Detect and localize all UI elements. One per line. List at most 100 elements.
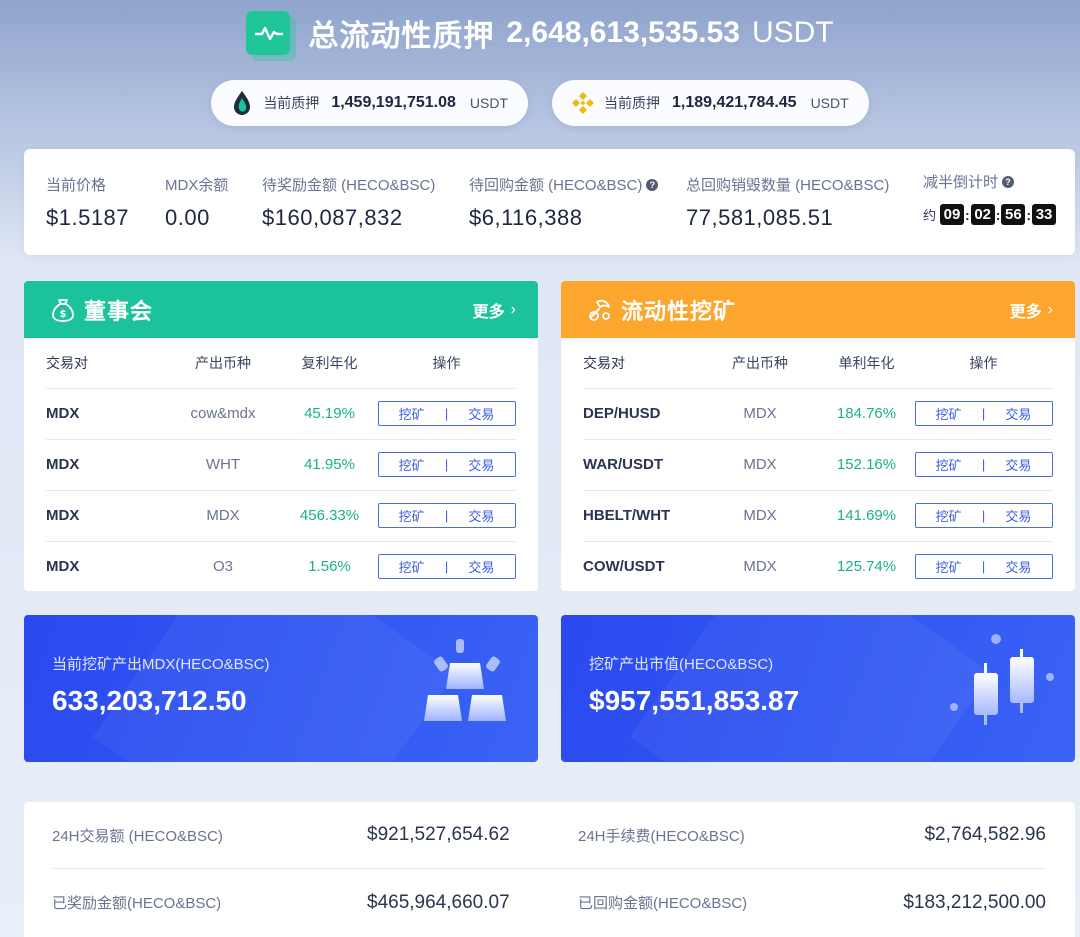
gold-bars-icon (424, 639, 506, 721)
mine-button[interactable]: 挖矿 (379, 506, 445, 525)
coin-cell: O3 (212, 558, 233, 576)
countdown-separator: : (965, 206, 970, 223)
trade-button[interactable]: 交易 (985, 455, 1051, 474)
chain-staked-pills: 当前质押 1,459,191,751.08 USDT 当前质押 1,189,42… (0, 80, 1080, 126)
heco-drop-icon (229, 90, 255, 116)
mine-button[interactable]: 挖矿 (379, 557, 445, 576)
apr-cell: 456.33% (282, 490, 377, 542)
heco-staked-pill: 当前质押 1,459,191,751.08 USDT (211, 80, 528, 126)
bsc-staked-label: 当前质押 (604, 95, 660, 111)
stat-halving: 减半倒计时? 约 09 : 02 : 56 : 33 (923, 171, 1057, 225)
table-row: MDX O3 1.56% 挖矿 | 交易 (46, 541, 516, 591)
stat-balance-label: MDX余额 (165, 177, 229, 194)
coin-cell: MDX (743, 558, 777, 576)
col-coin: 产出币种 (701, 338, 819, 389)
stat-pending-reward-label: 待奖励金额 (HECO&BSC) (262, 177, 436, 194)
stat-pending-buyback: 待回购金额 (HECO&BSC)? $6,116,388 (469, 174, 659, 231)
countdown-separator: : (995, 206, 1001, 223)
mine-button[interactable]: 挖矿 (916, 557, 982, 576)
trade-button[interactable]: 交易 (985, 506, 1051, 525)
trade-button[interactable]: 交易 (985, 557, 1051, 576)
coin-cell: MDX (701, 388, 819, 440)
market-value-label: 挖矿产出市值(HECO&BSC) (589, 656, 774, 673)
stat-pending-buyback-value: $6,116,388 (469, 205, 583, 230)
ops-button-group: 挖矿 | 交易 (377, 554, 516, 580)
ops-button-group: 挖矿 | 交易 (377, 452, 516, 477)
trade-button[interactable]: 交易 (985, 404, 1051, 423)
chevron-right-icon: › (510, 300, 516, 318)
pair-cell: DEP/HUSD (583, 388, 701, 440)
pair-cell: MDX (46, 388, 164, 440)
liquidity-panel-header: 流动性挖矿 更多 › (561, 281, 1075, 338)
heco-staked-label: 当前质押 (263, 95, 320, 111)
liquidity-panel: 流动性挖矿 更多 › 交易对 产出币种 单利年化 操作 DEP/HUSD MDX … (561, 281, 1075, 591)
table-row: DEP/HUSD MDX 184.76% 挖矿 | 交易 (583, 388, 1053, 440)
table-row: MDX cow&mdx 45.19% 挖矿 | 交易 (46, 388, 516, 440)
liquidity-more-link[interactable]: 更多 › (1010, 298, 1053, 322)
fees-label: 24H手续费(HECO&BSC) (578, 827, 745, 845)
trade-button[interactable]: 交易 (448, 455, 514, 474)
coin-cell: MDX (164, 490, 282, 542)
stat-halving-label: 减半倒计时 (923, 174, 999, 191)
col-coin: 产出币种 (164, 338, 282, 389)
coin-cell: WHT (164, 439, 282, 491)
pulse-logo-icon (246, 11, 297, 61)
col-ops: 操作 (914, 338, 1053, 389)
mined-output-banner: 当前挖矿产出MDX(HECO&BSC) 633,203,712.50 (24, 615, 538, 762)
bought-back-value: $183,212,500.00 (903, 891, 1046, 913)
apr-cell: 152.16% (819, 439, 914, 491)
ops-cell: 挖矿 | 交易 (914, 490, 1053, 542)
board-more-link[interactable]: 更多 › (473, 298, 516, 322)
liquidity-title: 流动性挖矿 (621, 298, 737, 324)
countdown-hours: 02 (970, 204, 995, 225)
bsc-staked-value: 1,189,421,784.45 (672, 94, 797, 111)
ops-cell: 挖矿 | 交易 (377, 490, 516, 542)
trade-button[interactable]: 交易 (448, 404, 514, 423)
ops-button-group: 挖矿 | 交易 (914, 452, 1053, 477)
mine-button[interactable]: 挖矿 (379, 455, 445, 474)
trade-button[interactable]: 交易 (448, 557, 514, 576)
help-icon[interactable]: ? (1002, 175, 1015, 188)
ops-button-group: 挖矿 | 交易 (914, 554, 1053, 580)
col-ops: 操作 (377, 338, 516, 389)
page-title: 总流动性质押 (308, 20, 495, 53)
col-apr: 单利年化 (819, 338, 914, 389)
mine-button[interactable]: 挖矿 (916, 455, 982, 474)
table-header-row: 交易对 产出币种 复利年化 操作 (46, 338, 516, 389)
bsc-staked-unit: USDT (810, 95, 849, 111)
mine-button[interactable]: 挖矿 (379, 404, 445, 423)
stat-total-burn-label: 总回购销毁数量 (HECO&BSC) (686, 177, 890, 194)
apr-cell: 45.19% (282, 388, 377, 440)
ops-button-group: 挖矿 | 交易 (377, 503, 516, 528)
svg-text:$: $ (60, 309, 67, 320)
board-more-label: 更多 (472, 303, 505, 321)
rewarded-label: 已奖励金额(HECO&BSC) (52, 895, 222, 912)
market-value-banner: 挖矿产出市值(HECO&BSC) $957,551,853.87 (561, 615, 1075, 762)
heco-staked-value: 1,459,191,751.08 (331, 94, 456, 111)
trade-button[interactable]: 交易 (448, 506, 514, 525)
apr-cell: 141.69% (819, 490, 914, 542)
mined-output-label: 当前挖矿产出MDX(HECO&BSC) (52, 656, 270, 673)
summary-row: 24H交易额 (HECO&BSC) $921,527,654.62 24H手续费… (52, 802, 1046, 869)
total-staked-unit: USDT (751, 16, 834, 49)
bought-back-label: 已回购金额(HECO&BSC) (578, 895, 748, 912)
stat-price: 当前价格 $1.5187 (46, 174, 129, 231)
ops-cell: 挖矿 | 交易 (377, 541, 516, 591)
mine-button[interactable]: 挖矿 (916, 506, 982, 525)
volume-value: $921,527,654.62 (367, 824, 510, 845)
ops-button-group: 挖矿 | 交易 (914, 503, 1053, 528)
table-row: COW/USDT MDX 125.74% 挖矿 | 交易 (583, 541, 1053, 591)
help-icon[interactable]: ? (646, 178, 659, 191)
candlestick-chart-icon (950, 634, 1054, 725)
pair-cell: HBELT/WHT (583, 490, 701, 542)
bsc-staked-pill: 当前质押 1,189,421,784.45 USDT (552, 80, 869, 126)
ops-button-group: 挖矿 | 交易 (914, 401, 1053, 426)
pair-cell: MDX (46, 558, 80, 576)
pair-cell: COW/USDT (583, 558, 665, 576)
ops-button-group: 挖矿 | 交易 (377, 401, 516, 426)
mine-button[interactable]: 挖矿 (916, 404, 982, 423)
board-panel: $ 董事会 更多 › 交易对 产出币种 复利年化 操作 MDX cow&mdx 4… (24, 281, 538, 591)
ops-cell: 挖矿 | 交易 (377, 388, 516, 440)
stat-total-burn: 总回购销毁数量 (HECO&BSC) 77,581,085.51 (686, 174, 889, 231)
pair-cell: WAR/USDT (583, 439, 701, 491)
